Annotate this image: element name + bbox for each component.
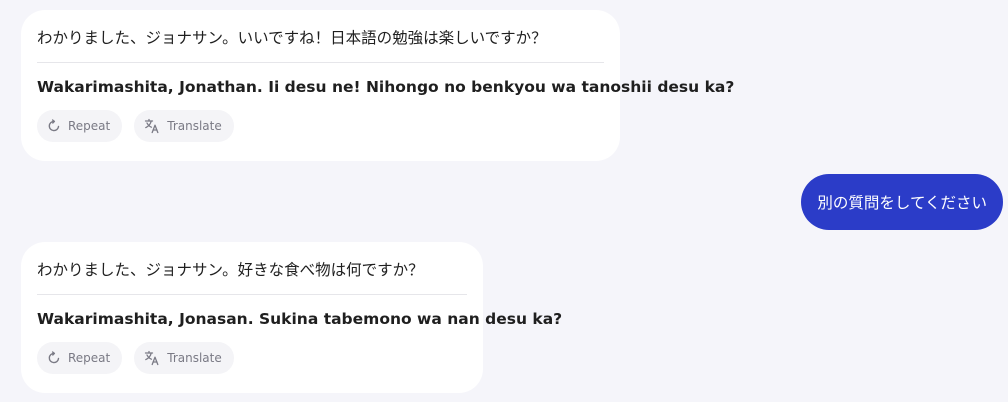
translate-label: Translate [167, 351, 222, 365]
repeat-button[interactable]: Repeat [37, 342, 123, 374]
user-message: 別の質問をしてください [801, 174, 1003, 230]
translate-button[interactable]: Translate [134, 342, 234, 374]
user-message-text: 別の質問をしてください [817, 194, 987, 212]
assistant-message: わかりました、ジョナサン。いいですね！日本語の勉強は楽しいですか？ Wakari… [21, 10, 735, 161]
repeat-icon [47, 119, 61, 133]
repeat-label: Repeat [68, 119, 111, 133]
message-actions: Repeat Translate [37, 110, 604, 142]
chat-thread: わかりました、ジョナサン。いいですね！日本語の勉強は楽しいですか？ Wakari… [0, 0, 1008, 402]
japanese-text: わかりました、ジョナサン。いいですね！日本語の勉強は楽しいですか？ [37, 28, 604, 63]
message-actions: Repeat Translate [37, 342, 467, 374]
translate-icon [144, 118, 160, 134]
translate-icon [144, 350, 160, 366]
repeat-icon [47, 351, 61, 365]
japanese-text: わかりました、ジョナサン。好きな食べ物は何ですか？ [37, 260, 467, 295]
translate-button[interactable]: Translate [134, 110, 234, 142]
romaji-text: Wakarimashita, Jonasan. Sukina tabemono … [37, 310, 563, 328]
romaji-text: Wakarimashita, Jonathan. Ii desu ne! Nih… [37, 78, 735, 96]
assistant-message: わかりました、ジョナサン。好きな食べ物は何ですか？ Wakarimashita,… [21, 242, 563, 393]
repeat-label: Repeat [68, 351, 111, 365]
repeat-button[interactable]: Repeat [37, 110, 123, 142]
translate-label: Translate [167, 119, 222, 133]
